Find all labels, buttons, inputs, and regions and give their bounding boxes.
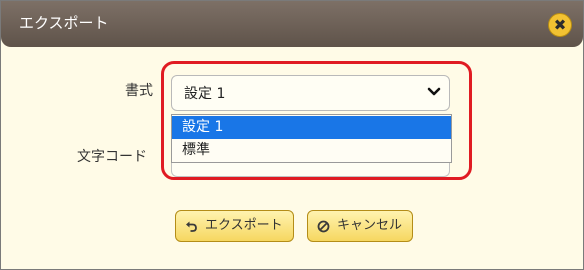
export-dialog: エクスポート ✖ 書式 設定 1 文字コード 設定 1 標準 エクスポート キャ… — [0, 0, 584, 270]
cancel-button[interactable]: キャンセル — [307, 210, 413, 242]
undo-arrow-icon — [186, 221, 197, 232]
export-button-label: エクスポート — [205, 218, 283, 233]
dialog-titlebar: エクスポート ✖ — [1, 1, 583, 47]
format-label: 書式 — [125, 83, 153, 99]
export-button[interactable]: エクスポート — [175, 210, 294, 242]
highlight-annotation — [161, 61, 472, 180]
cancel-circle-icon — [317, 220, 330, 233]
cancel-button-label: キャンセル — [337, 218, 403, 233]
dialog-title: エクスポート — [19, 14, 109, 32]
close-icon[interactable]: ✖ — [548, 13, 572, 37]
encoding-label: 文字コード — [77, 149, 147, 165]
